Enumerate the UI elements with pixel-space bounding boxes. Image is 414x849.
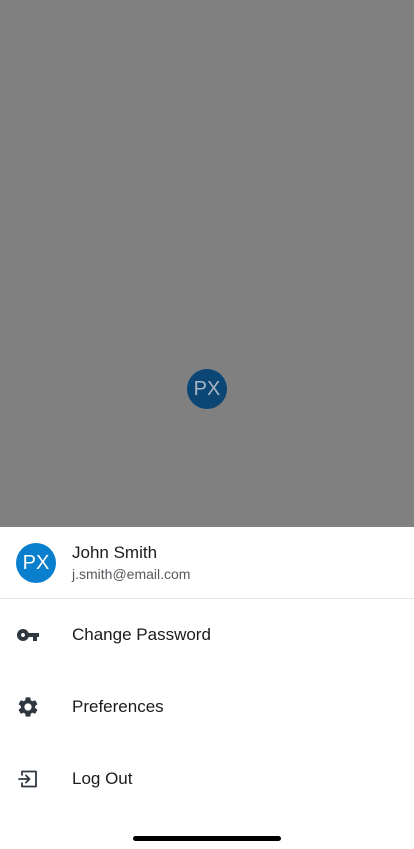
profile-header: PX John Smith j.smith@email.com <box>0 527 414 599</box>
key-icon <box>16 623 40 647</box>
home-indicator <box>133 836 281 841</box>
logout-icon <box>16 767 40 791</box>
log-out-button[interactable]: Log Out <box>0 743 414 815</box>
avatar: PX <box>16 543 56 583</box>
preferences-button[interactable]: Preferences <box>0 671 414 743</box>
backdrop-avatar: PX <box>187 369 227 409</box>
profile-email: j.smith@email.com <box>72 566 191 582</box>
change-password-button[interactable]: Change Password <box>0 599 414 671</box>
profile-name: John Smith <box>72 543 158 562</box>
preferences-label: Preferences <box>72 697 164 716</box>
account-bottom-sheet: PX John Smith j.smith@email.com Change P… <box>0 527 414 849</box>
change-password-label: Change Password <box>72 625 211 644</box>
gear-icon <box>16 695 40 719</box>
backdrop-overlay[interactable]: PX <box>0 0 414 527</box>
log-out-label: Log Out <box>72 769 133 788</box>
